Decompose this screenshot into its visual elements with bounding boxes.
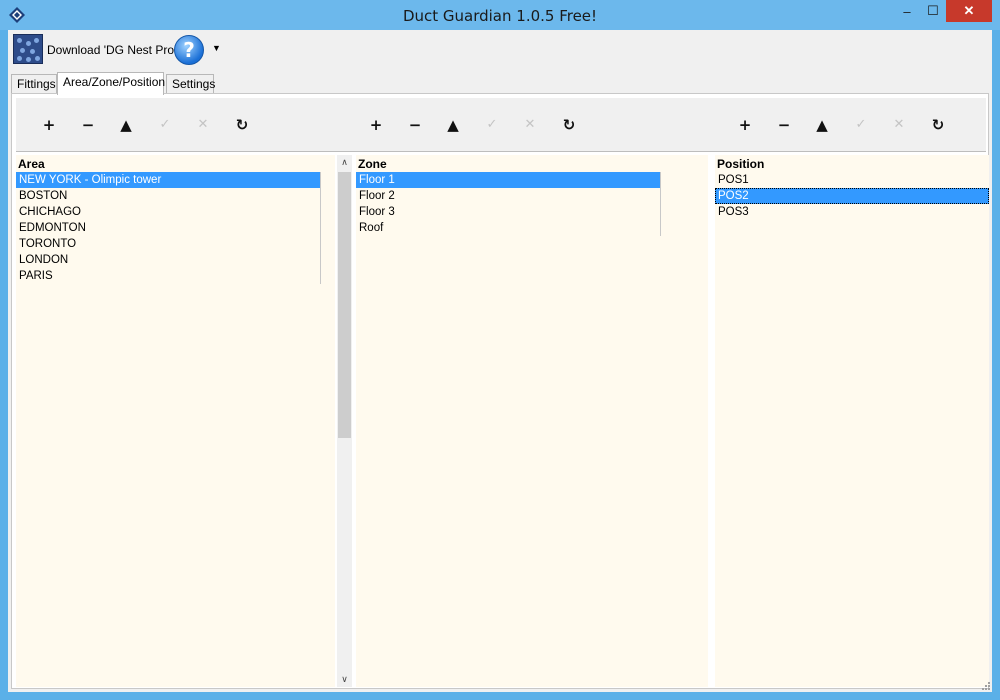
close-button[interactable]: ✕ (946, 0, 992, 22)
position-header: Position (717, 157, 765, 171)
help-icon[interactable]: ? (174, 35, 204, 65)
position-cancel-icon[interactable]: ✕ (890, 116, 908, 134)
area-rows: NEW YORK - Olimpic tower BOSTON CHICHAGO ED… (16, 172, 321, 284)
scroll-thumb[interactable] (338, 172, 351, 438)
zone-header: Zone (358, 157, 387, 171)
zone-list-item[interactable]: Floor 2 (356, 188, 660, 204)
area-list-item[interactable]: EDMONTON (16, 220, 320, 236)
area-list-item[interactable]: BOSTON (16, 188, 320, 204)
area-list-item[interactable]: CHICHAGO (16, 204, 320, 220)
area-scrollbar[interactable]: ∧ ∨ (337, 155, 352, 687)
tab-fittings[interactable]: Fittings (11, 74, 57, 94)
position-list-item[interactable]: POS3 (715, 204, 989, 220)
area-header: Area (18, 157, 45, 171)
area-minus-icon[interactable]: − (79, 116, 97, 134)
area-cancel-icon[interactable]: ✕ (194, 116, 212, 134)
area-refresh-icon[interactable]: ↻ (233, 116, 251, 134)
area-plus-icon[interactable]: + (40, 116, 58, 134)
zone-refresh-icon[interactable]: ↻ (560, 116, 578, 134)
area-check-icon[interactable]: ✓ (156, 116, 174, 134)
download-link[interactable]: Download 'DG Nest Pro' (47, 43, 176, 57)
scroll-down-icon[interactable]: ∨ (337, 674, 352, 685)
zone-move-up-icon[interactable]: ▲ (444, 116, 462, 134)
position-minus-icon[interactable]: − (775, 116, 793, 134)
zone-list-item[interactable]: Floor 3 (356, 204, 660, 220)
zone-rows: Floor 1 Floor 2 Floor 3 Roof (356, 172, 661, 236)
tab-page-area-zone-position: + − ▲ ✓ ✕ ↻ + − ▲ ✓ ✕ ↻ + − ▲ ✓ ✕ ↻ Area NEW YORK - Olimp… (11, 93, 989, 689)
resize-grip-icon[interactable] (980, 680, 990, 690)
position-move-up-icon[interactable]: ▲ (813, 116, 831, 134)
area-move-up-icon[interactable]: ▲ (117, 116, 135, 134)
app-window: Duct Guardian 1.0.5 Free! – ☐ ✕ Download… (0, 0, 1000, 700)
zone-list-item[interactable]: Roof (356, 220, 660, 236)
zone-check-icon[interactable]: ✓ (483, 116, 501, 134)
chevron-down-icon[interactable]: ▼ (212, 43, 221, 53)
position-plus-icon[interactable]: + (736, 116, 754, 134)
minimize-button[interactable]: – (894, 0, 920, 22)
area-list-item[interactable]: LONDON (16, 252, 320, 268)
position-rows: POS1 POS2 POS3 (715, 172, 989, 220)
zone-minus-icon[interactable]: − (406, 116, 424, 134)
position-list-item[interactable]: POS1 (715, 172, 989, 188)
zone-list: Zone Floor 1 Floor 2 Floor 3 Roof (356, 155, 708, 687)
zone-plus-icon[interactable]: + (367, 116, 385, 134)
position-list: Position POS1 POS2 POS3 (715, 155, 989, 687)
position-check-icon[interactable]: ✓ (852, 116, 870, 134)
zone-list-item[interactable]: Floor 1 (356, 172, 660, 188)
top-toolbar: Download 'DG Nest Pro' ? ▼ (8, 30, 992, 70)
maximize-button[interactable]: ☐ (920, 0, 946, 22)
action-toolbar: + − ▲ ✓ ✕ ↻ + − ▲ ✓ ✕ ↻ + − ▲ ✓ ✕ ↻ (16, 98, 986, 152)
tab-settings[interactable]: Settings (166, 74, 215, 94)
zone-cancel-icon[interactable]: ✕ (521, 116, 539, 134)
area-list-item[interactable]: PARIS (16, 268, 320, 284)
title-bar[interactable]: Duct Guardian 1.0.5 Free! – ☐ ✕ (0, 0, 1000, 30)
tab-area-zone-position[interactable]: Area/Zone/Position (57, 72, 165, 95)
area-list-item[interactable]: TORONTO (16, 236, 320, 252)
scroll-up-icon[interactable]: ∧ (337, 157, 352, 168)
dg-nest-pro-icon[interactable] (13, 34, 43, 64)
position-refresh-icon[interactable]: ↻ (929, 116, 947, 134)
client-area: Download 'DG Nest Pro' ? ▼ Fittings Area… (8, 30, 992, 692)
position-list-item[interactable]: POS2 (715, 188, 989, 204)
area-list-item[interactable]: NEW YORK - Olimpic tower (16, 172, 320, 188)
window-title: Duct Guardian 1.0.5 Free! (402, 7, 598, 25)
tab-strip: Fittings Area/Zone/Position Settings (11, 72, 989, 95)
area-list: Area NEW YORK - Olimpic tower BOSTON CHICH… (16, 155, 335, 687)
